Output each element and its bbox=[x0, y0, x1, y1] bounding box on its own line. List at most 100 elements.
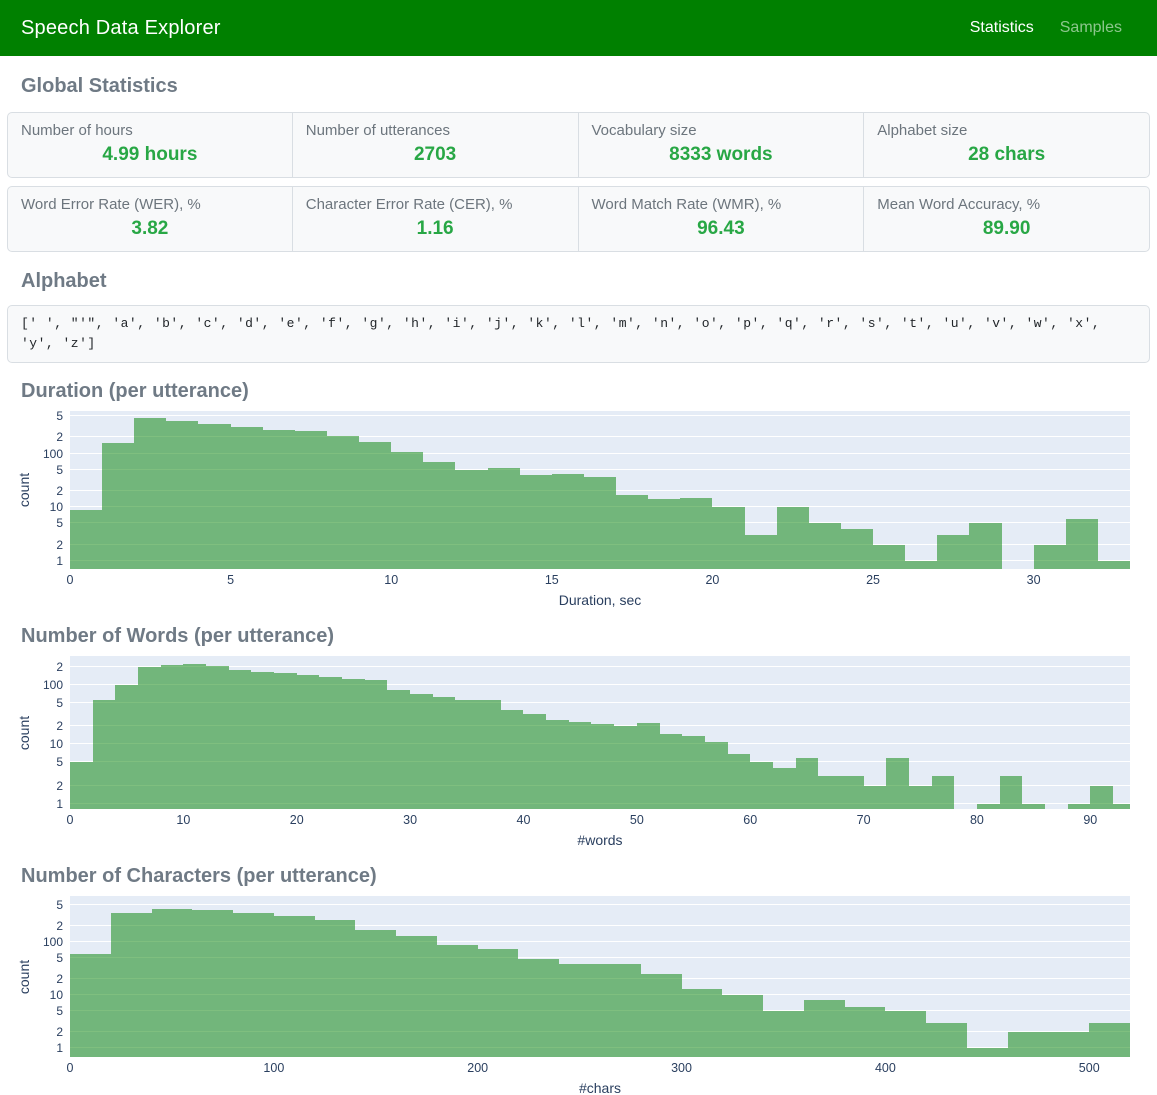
y-tick-label: 100 bbox=[43, 678, 63, 692]
chart-title: Number of Characters (per utterance) bbox=[21, 865, 1136, 888]
stat-label: Number of hours bbox=[21, 122, 279, 139]
histogram-bar bbox=[1098, 561, 1130, 569]
stat-label: Word Error Rate (WER), % bbox=[21, 196, 279, 213]
histogram-bar bbox=[905, 561, 937, 569]
histogram-bar bbox=[134, 418, 166, 569]
x-tick-label: 30 bbox=[403, 813, 417, 827]
x-axis-label: #words bbox=[70, 832, 1130, 848]
stat-label: Alphabet size bbox=[877, 122, 1136, 139]
histogram-bar bbox=[152, 909, 193, 1057]
histogram-bar bbox=[614, 726, 637, 809]
histogram-bar bbox=[102, 443, 134, 569]
app-title[interactable]: Speech Data Explorer bbox=[21, 17, 221, 40]
x-axis-ticks: 0100200300400500 bbox=[70, 1057, 1130, 1074]
stat-card-hours: Number of hours 4.99 hours bbox=[7, 112, 293, 178]
gridline bbox=[70, 415, 1130, 416]
x-tick-label: 400 bbox=[875, 1061, 896, 1075]
histogram-bar bbox=[637, 723, 660, 809]
x-tick-label: 20 bbox=[290, 813, 304, 827]
y-tick-label: 2 bbox=[56, 779, 63, 793]
y-tick-label: 10 bbox=[50, 988, 63, 1002]
histogram-bar bbox=[111, 913, 152, 1057]
x-tick-label: 80 bbox=[970, 813, 984, 827]
histogram-bar bbox=[327, 436, 359, 569]
histogram-bar bbox=[712, 507, 744, 569]
nav-tab-statistics[interactable]: Statistics bbox=[970, 19, 1034, 37]
y-tick-label: 1 bbox=[56, 797, 63, 811]
gridline bbox=[70, 666, 1130, 667]
top-nav: Statistics Samples bbox=[970, 19, 1122, 37]
histogram-bar bbox=[745, 535, 777, 569]
stat-value: 8333 words bbox=[592, 144, 851, 166]
histogram-bar bbox=[885, 1011, 926, 1057]
histogram-bar bbox=[1000, 776, 1023, 809]
x-tick-label: 0 bbox=[67, 813, 74, 827]
plot-area[interactable] bbox=[70, 896, 1130, 1057]
y-tick-label: 2 bbox=[56, 1025, 63, 1039]
histogram-bar bbox=[616, 495, 648, 569]
histogram-bar bbox=[396, 936, 437, 1057]
histogram-bar bbox=[809, 523, 841, 569]
histogram-bar bbox=[229, 670, 252, 809]
y-tick-label: 2 bbox=[56, 538, 63, 552]
x-tick-label: 10 bbox=[176, 813, 190, 827]
histogram-bar bbox=[93, 700, 116, 809]
x-tick-label: 10 bbox=[384, 573, 398, 587]
words-histogram-section: Number of Words (per utterance) count 12… bbox=[7, 625, 1150, 848]
histogram-bar bbox=[161, 665, 184, 809]
histogram-bar bbox=[845, 1007, 886, 1057]
histogram-bar bbox=[763, 1011, 804, 1057]
x-tick-label: 300 bbox=[671, 1061, 692, 1075]
histogram-bar bbox=[648, 499, 680, 569]
histogram-bar bbox=[864, 786, 887, 809]
stat-value: 1.16 bbox=[306, 218, 565, 240]
histogram-bar bbox=[251, 672, 274, 809]
y-tick-label: 5 bbox=[56, 1004, 63, 1018]
stat-label: Word Match Rate (WMR), % bbox=[592, 196, 851, 213]
histogram-bar bbox=[584, 477, 616, 569]
histogram-bar bbox=[233, 913, 274, 1057]
histogram-bar bbox=[773, 768, 796, 809]
histogram-bar bbox=[804, 1000, 845, 1057]
histogram-bar bbox=[705, 742, 728, 809]
x-tick-label: 25 bbox=[866, 573, 880, 587]
histogram-bar bbox=[559, 964, 600, 1057]
y-tick-label: 5 bbox=[56, 409, 63, 423]
histogram-bar bbox=[518, 959, 559, 1057]
histogram-bar bbox=[138, 667, 161, 809]
y-tick-label: 5 bbox=[56, 898, 63, 912]
page-content: Global Statistics Number of hours 4.99 h… bbox=[0, 75, 1157, 1095]
histogram-bar bbox=[967, 1048, 1008, 1057]
y-tick-label: 1 bbox=[56, 554, 63, 568]
histogram-bar bbox=[319, 677, 342, 809]
x-tick-label: 0 bbox=[67, 573, 74, 587]
histogram-bar bbox=[206, 666, 229, 809]
histogram-bar bbox=[437, 945, 478, 1057]
y-tick-label: 1 bbox=[56, 1041, 63, 1055]
histogram-bar bbox=[387, 690, 410, 809]
histogram-bar bbox=[166, 421, 198, 569]
histogram-bar bbox=[796, 758, 819, 809]
alphabet-list: [' ', "'", 'a', 'b', 'c', 'd', 'e', 'f',… bbox=[7, 305, 1150, 363]
gridline bbox=[70, 904, 1130, 905]
histogram-bar bbox=[455, 700, 478, 809]
histogram-bar bbox=[1048, 1032, 1089, 1057]
histogram-bar bbox=[342, 679, 365, 809]
histogram-bar bbox=[969, 523, 1001, 569]
y-tick-label: 5 bbox=[56, 516, 63, 530]
histogram-bar bbox=[728, 754, 751, 809]
plot-area[interactable] bbox=[70, 656, 1130, 809]
stat-value: 89.90 bbox=[877, 218, 1136, 240]
stat-value: 4.99 hours bbox=[21, 144, 279, 166]
nav-tab-samples[interactable]: Samples bbox=[1060, 19, 1122, 37]
stat-card-utterances: Number of utterances 2703 bbox=[293, 112, 579, 178]
x-tick-label: 15 bbox=[545, 573, 559, 587]
plot-area[interactable] bbox=[70, 411, 1130, 569]
global-statistics-heading: Global Statistics bbox=[21, 75, 1136, 98]
histogram-bar bbox=[70, 954, 111, 1057]
histogram-bar bbox=[433, 697, 456, 809]
x-tick-label: 70 bbox=[857, 813, 871, 827]
x-tick-label: 30 bbox=[1027, 573, 1041, 587]
chart-title: Number of Words (per utterance) bbox=[21, 625, 1136, 648]
x-tick-label: 0 bbox=[67, 1061, 74, 1075]
